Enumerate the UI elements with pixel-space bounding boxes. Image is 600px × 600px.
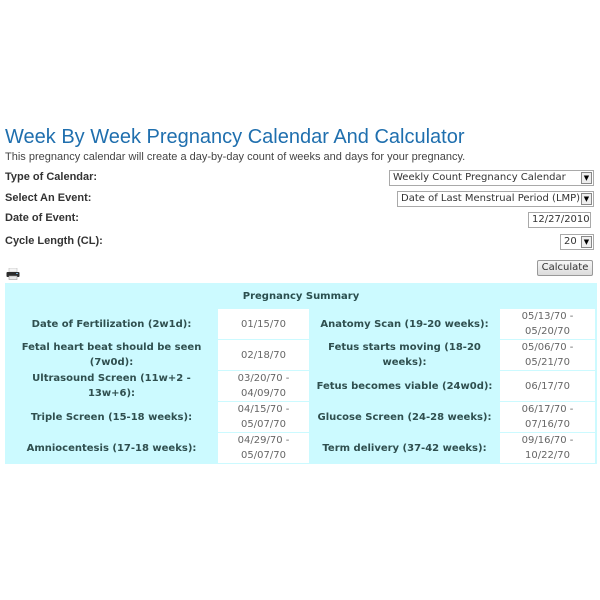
table-row: Amniocentesis (17-18 weeks): 04/29/70 - … (7, 433, 595, 463)
pregnancy-summary-table: Pregnancy Summary Date of Fertilization … (5, 283, 597, 464)
cycle-length-label: Cycle Length (CL): (5, 235, 103, 247)
table-row: Fetal heart beat should be seen (7w0d): … (7, 340, 595, 370)
milestone-label: Amniocentesis (17-18 weeks): (7, 433, 216, 463)
calendar-type-value: Weekly Count Pregnancy Calendar (393, 172, 566, 183)
event-date-label: Date of Event: (5, 212, 79, 224)
milestone-label: Date of Fertilization (2w1d): (7, 309, 216, 339)
calculate-button[interactable]: Calculate (537, 260, 593, 276)
milestone-label: Fetus starts moving (18-20 weeks): (311, 340, 498, 370)
milestone-date: 06/17/70 - 07/16/70 (500, 402, 595, 432)
chevron-down-icon[interactable]: ▼ (581, 193, 592, 205)
milestone-label: Glucose Screen (24-28 weeks): (311, 402, 498, 432)
table-header-row: Pregnancy Summary (7, 284, 595, 308)
event-value: Date of Last Menstrual Period (LMP) (401, 193, 581, 204)
milestone-date: 06/17/70 (500, 371, 595, 401)
event-date-input[interactable]: 12/27/2010 (528, 212, 591, 228)
milestone-date: 04/15/70 - 05/07/70 (218, 402, 309, 432)
milestone-label: Triple Screen (15-18 weeks): (7, 402, 216, 432)
milestone-date: 02/18/70 (218, 340, 309, 370)
milestone-label: Fetus becomes viable (24w0d): (311, 371, 498, 401)
summary-title: Pregnancy Summary (7, 284, 595, 308)
calendar-type-label: Type of Calendar: (5, 171, 98, 183)
page: Week By Week Pregnancy Calendar And Calc… (0, 0, 600, 600)
milestone-label: Term delivery (37-42 weeks): (311, 433, 498, 463)
milestone-date: 09/16/70 - 10/22/70 (500, 433, 595, 463)
milestone-label: Fetal heart beat should be seen (7w0d): (7, 340, 216, 370)
milestone-date: 03/20/70 - 04/09/70 (218, 371, 309, 401)
milestone-label: Ultrasound Screen (11w+2 - 13w+6): (7, 371, 216, 401)
page-title: Week By Week Pregnancy Calendar And Calc… (5, 126, 465, 148)
event-select[interactable]: Date of Last Menstrual Period (LMP) ▼ (397, 191, 594, 207)
event-label: Select An Event: (5, 192, 92, 204)
milestone-date: 05/06/70 - 05/21/70 (500, 340, 595, 370)
cycle-length-select[interactable]: 20 ▼ (560, 234, 594, 250)
milestone-date: 04/29/70 - 05/07/70 (218, 433, 309, 463)
table-row: Date of Fertilization (2w1d): 01/15/70 A… (7, 309, 595, 339)
table-row: Ultrasound Screen (11w+2 - 13w+6): 03/20… (7, 371, 595, 401)
chevron-down-icon[interactable]: ▼ (581, 172, 592, 184)
milestone-date: 01/15/70 (218, 309, 309, 339)
table-row: Triple Screen (15-18 weeks): 04/15/70 - … (7, 402, 595, 432)
page-subtitle: This pregnancy calendar will create a da… (5, 151, 466, 163)
milestone-date: 05/13/70 - 05/20/70 (500, 309, 595, 339)
calendar-type-select[interactable]: Weekly Count Pregnancy Calendar ▼ (389, 170, 594, 186)
chevron-down-icon[interactable]: ▼ (581, 236, 592, 248)
milestone-label: Anatomy Scan (19-20 weeks): (311, 309, 498, 339)
printer-icon[interactable] (6, 265, 20, 280)
cycle-length-value: 20 (564, 236, 577, 247)
